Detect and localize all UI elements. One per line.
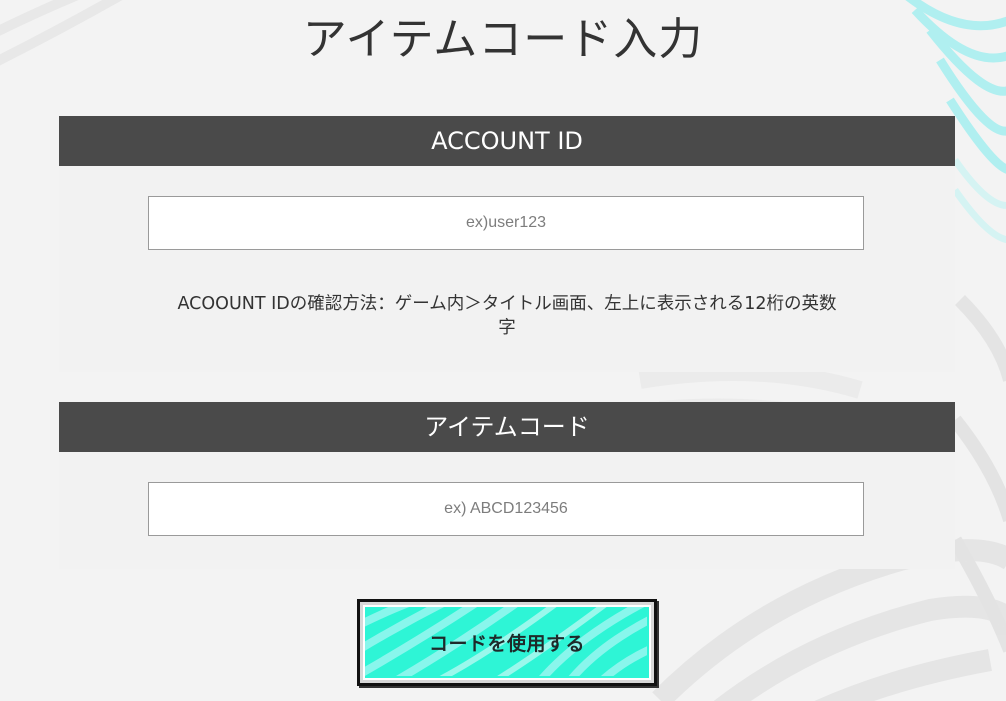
- use-code-button-face: コードを使用する: [363, 605, 651, 680]
- item-code-panel: アイテムコード: [59, 402, 955, 569]
- page-title: アイテムコード入力: [302, 14, 704, 65]
- item-code-input[interactable]: [148, 482, 864, 536]
- account-id-input[interactable]: [148, 196, 864, 250]
- account-id-help-text: ACOOUNT IDの確認方法：ゲーム内＞タイトル画面、左上に表示される12桁の…: [149, 292, 865, 340]
- use-code-button-label: コードを使用する: [428, 633, 585, 655]
- account-id-help-text-line1: ACOOUNT IDの確認方法：ゲーム内＞タイトル画面、左上に表示される12桁の…: [177, 294, 837, 314]
- use-code-button[interactable]: コードを使用する: [357, 599, 657, 686]
- use-code-button-frame: コードを使用する: [360, 602, 654, 683]
- account-id-header: ACCOUNT ID: [59, 116, 955, 166]
- account-id-help-text-line2: 字: [498, 318, 516, 338]
- account-id-panel: ACCOUNT ID ACOOUNT IDの確認方法：ゲーム内＞タイトル画面、左…: [59, 116, 955, 372]
- item-code-header: アイテムコード: [59, 402, 955, 452]
